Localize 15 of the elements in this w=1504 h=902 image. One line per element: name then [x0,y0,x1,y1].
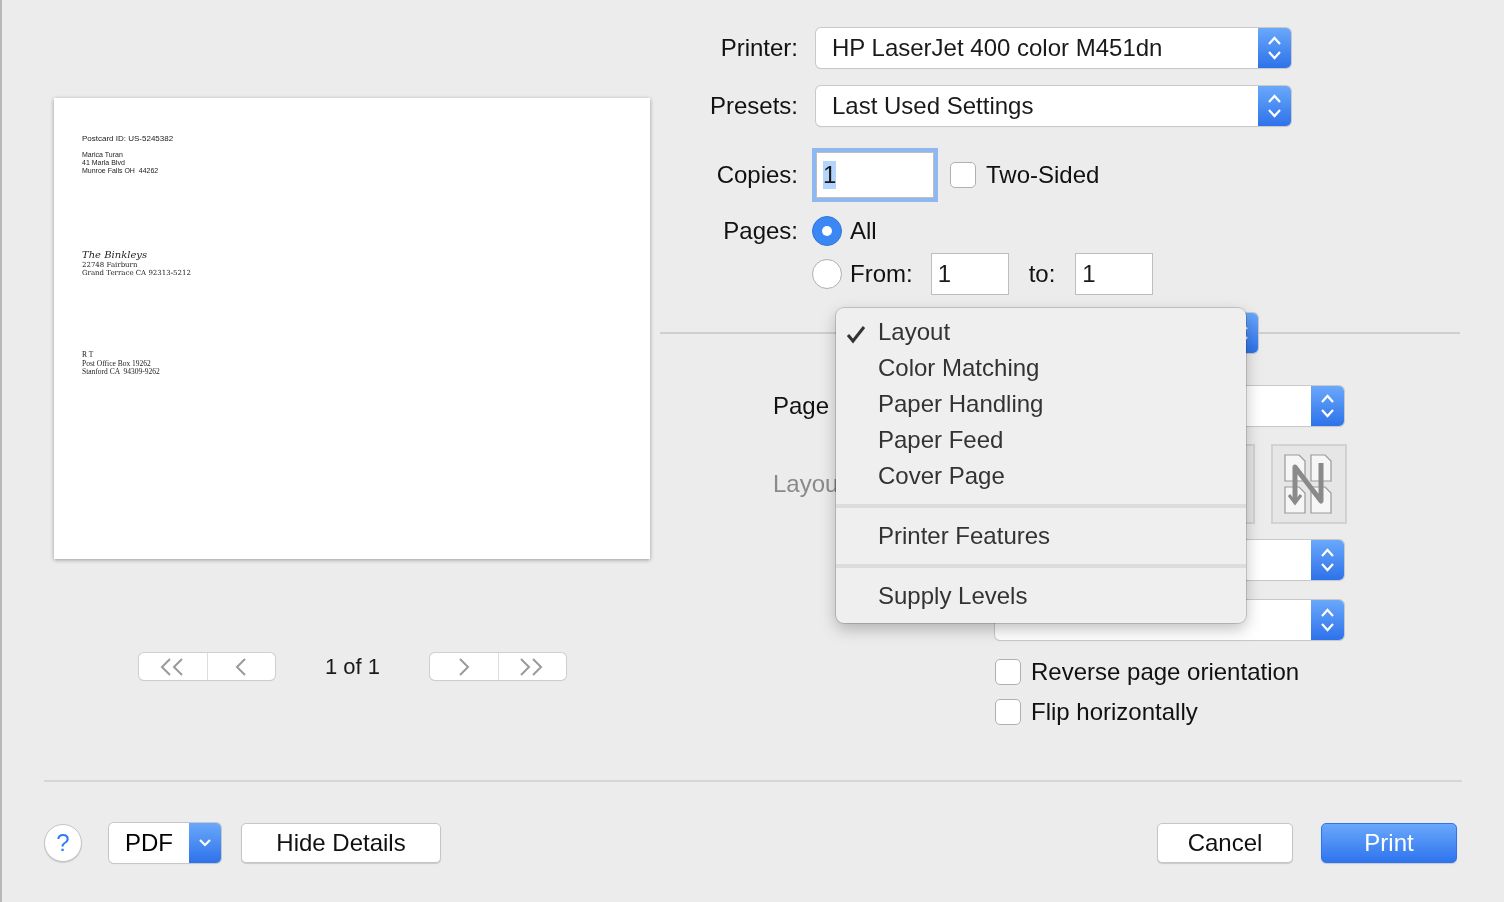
address-line: Postcard ID: US-5245382 [82,134,175,144]
checkbox-label: Reverse page orientation [1031,658,1300,686]
checkbox-label: Flip horizontally [1031,698,1198,726]
radio-label: All [850,217,877,245]
option-label: Page [773,392,830,419]
printer-label: Printer: [719,34,798,62]
pages-label: Pages: [722,217,798,245]
address-line: The Binkleys [82,249,149,261]
presets-label: Presets: [708,92,798,120]
page-indicator: 1 of 1 [323,653,381,680]
copies-label: Copies: [715,161,798,189]
to-label: to: [1028,260,1056,288]
checkbox-label: Two-Sided [986,161,1100,189]
option-label: Layou [773,470,839,497]
radio-label: From: [850,260,913,288]
